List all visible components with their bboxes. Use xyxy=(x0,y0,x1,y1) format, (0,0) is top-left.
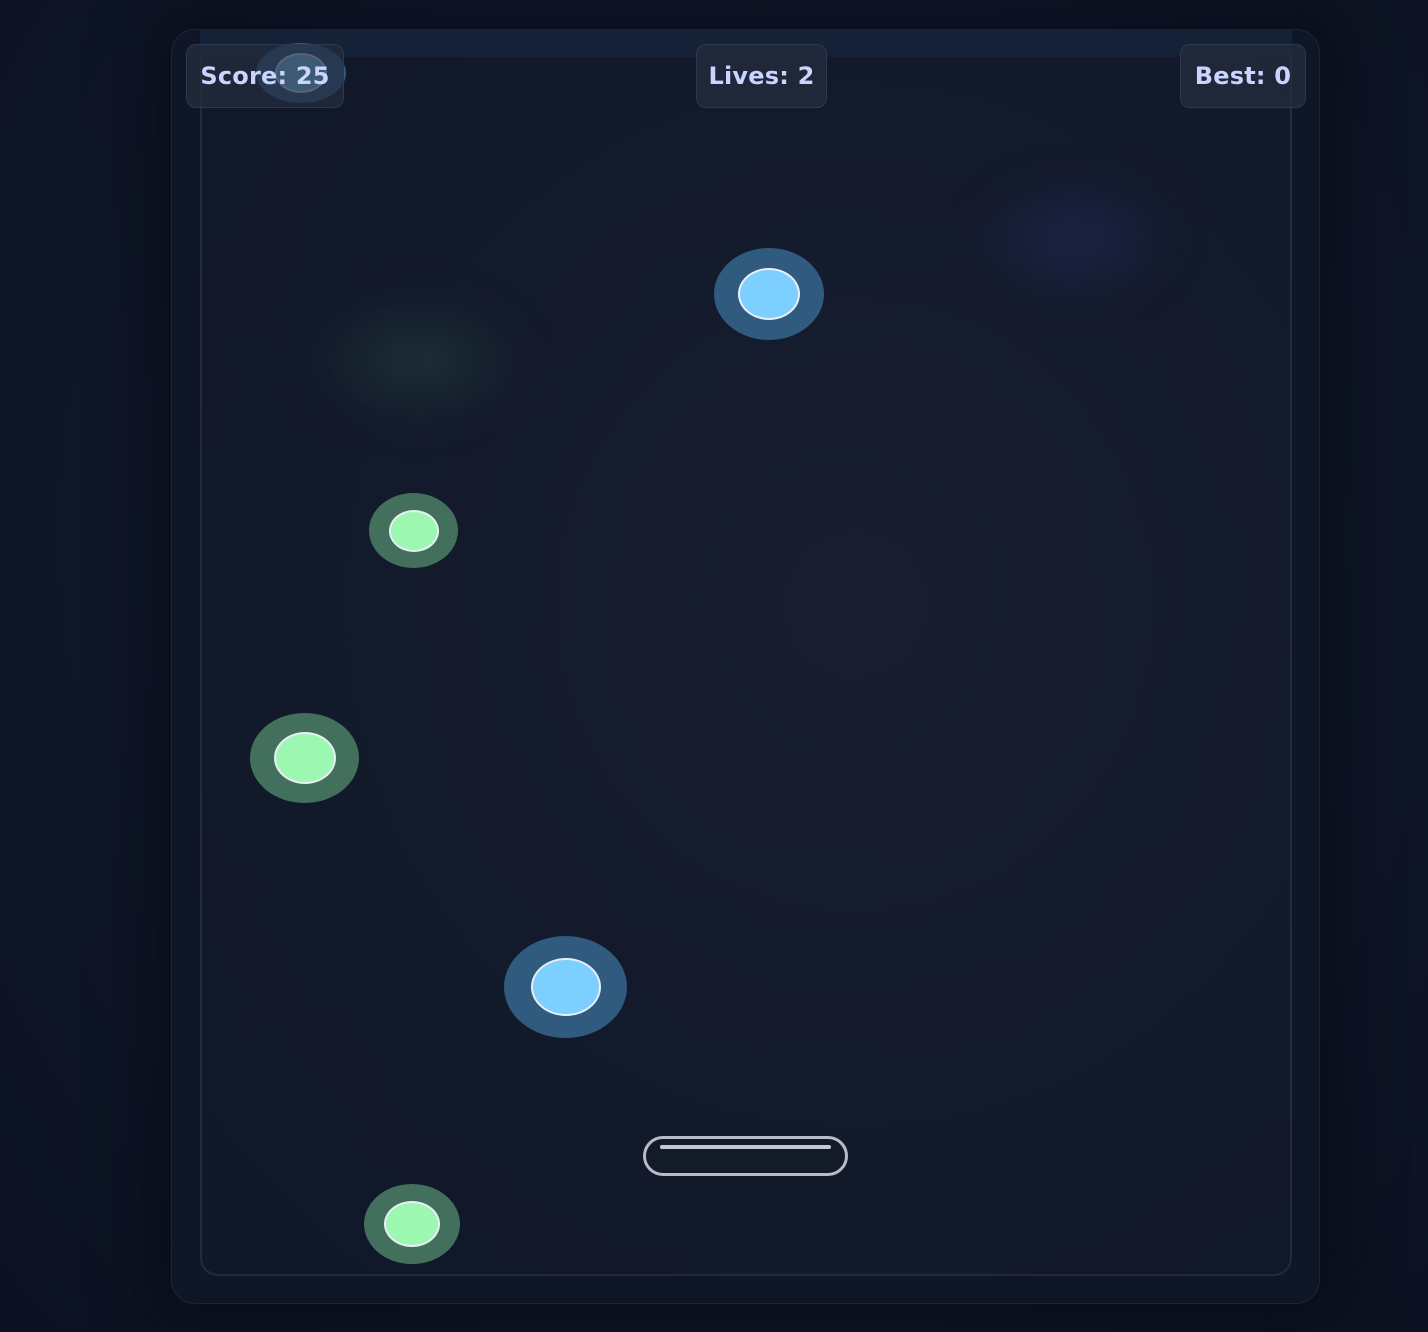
paddle-highlight xyxy=(660,1145,831,1149)
best-display: Best: 0 xyxy=(1180,44,1306,108)
playfield[interactable] xyxy=(200,57,1292,1276)
best-label: Best: 0 xyxy=(1194,62,1292,90)
falling-ball-blue xyxy=(504,936,627,1038)
falling-ball-green xyxy=(250,713,359,803)
lives-display: Lives: 2 xyxy=(696,44,827,108)
falling-ball-green xyxy=(364,1184,460,1264)
score-display: Score: 25 xyxy=(186,44,344,108)
falling-ball-green xyxy=(369,493,458,568)
falling-ball-blue xyxy=(714,248,824,340)
player-paddle[interactable] xyxy=(643,1136,848,1176)
score-label: Score: 25 xyxy=(200,62,330,90)
game-screen: Score: 25 Lives: 2 Best: 0 xyxy=(0,0,1428,1332)
lives-label: Lives: 2 xyxy=(708,62,815,90)
